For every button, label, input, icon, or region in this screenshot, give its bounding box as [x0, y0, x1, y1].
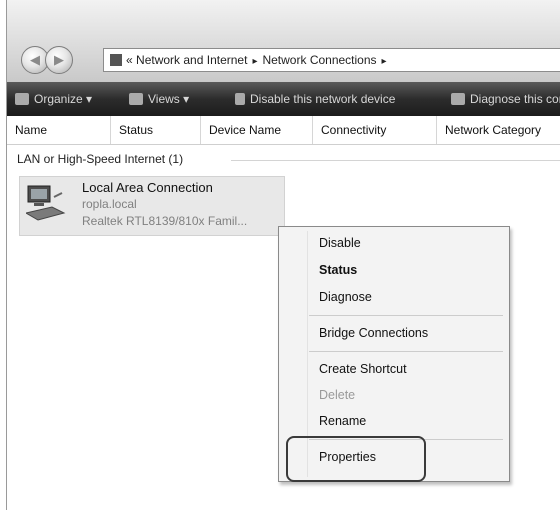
organize-icon	[15, 93, 29, 105]
command-toolbar: Organize ▾ Views ▾ Disable this network …	[7, 82, 560, 116]
column-connectivity[interactable]: Connectivity	[313, 116, 437, 144]
title-bar: ◀ ▶ « Network and Internet ▸ Network Conne…	[7, 0, 560, 82]
group-divider	[231, 160, 560, 161]
column-name[interactable]: Name	[7, 116, 111, 144]
properties-highlight-outline	[286, 436, 426, 482]
computer-icon	[110, 54, 122, 66]
disable-device-button[interactable]: Disable this network device	[235, 82, 395, 116]
column-status[interactable]: Status	[111, 116, 201, 144]
address-back-glyph: «	[126, 53, 133, 67]
connection-details: Local Area Connection ropla.local Realte…	[82, 179, 247, 230]
views-icon	[129, 93, 143, 105]
disable-device-icon	[235, 93, 245, 105]
menu-item-create-shortcut[interactable]: Create Shortcut	[319, 359, 407, 379]
organize-label: Organize	[34, 92, 83, 106]
forward-button[interactable]: ▶	[45, 46, 73, 74]
menu-separator	[309, 351, 503, 352]
menu-separator	[309, 315, 503, 316]
group-header[interactable]: LAN or High-Speed Internet (1)	[17, 152, 183, 166]
views-button[interactable]: Views ▾	[129, 82, 189, 116]
local-area-connection-item[interactable]: Local Area Connection ropla.local Realte…	[19, 176, 285, 236]
chevron-down-icon: ▾	[183, 92, 190, 106]
menu-item-diagnose[interactable]: Diagnose	[319, 287, 372, 307]
menu-item-disable[interactable]: Disable	[319, 233, 361, 253]
forward-arrow-icon: ▶	[54, 52, 64, 67]
address-bar[interactable]: « Network and Internet ▸ Network Connectio…	[103, 48, 560, 72]
breadcrumb-network-and-internet[interactable]: Network and Internet	[136, 53, 247, 67]
menu-item-rename[interactable]: Rename	[319, 411, 366, 431]
connection-name: Local Area Connection	[82, 180, 213, 195]
chevron-down-icon: ▾	[86, 92, 93, 106]
disable-device-label: Disable this network device	[250, 92, 396, 106]
column-network-category[interactable]: Network Category	[437, 116, 560, 144]
breadcrumb-network-connections[interactable]: Network Connections	[262, 53, 376, 67]
network-adapter-icon	[26, 185, 66, 221]
diagnose-connection-button[interactable]: Diagnose this connection	[451, 82, 560, 116]
organize-button[interactable]: Organize ▾	[15, 82, 92, 116]
diagnose-label: Diagnose this connection	[470, 92, 560, 106]
connection-network: ropla.local	[82, 197, 137, 211]
menu-item-delete: Delete	[319, 388, 356, 402]
connection-device: Realtek RTL8139/810x Famil...	[82, 214, 248, 228]
menu-item-status[interactable]: Status	[319, 260, 357, 280]
menu-item-bridge-connections[interactable]: Bridge Connections	[319, 323, 428, 343]
diagnose-icon	[451, 93, 465, 105]
breadcrumb-separator: ▸	[381, 56, 387, 67]
breadcrumb-separator: ▸	[252, 56, 258, 67]
views-label: Views	[148, 92, 180, 106]
column-header: Name Status Device Name Connectivity Net…	[7, 116, 560, 145]
column-device-name[interactable]: Device Name	[201, 116, 313, 144]
